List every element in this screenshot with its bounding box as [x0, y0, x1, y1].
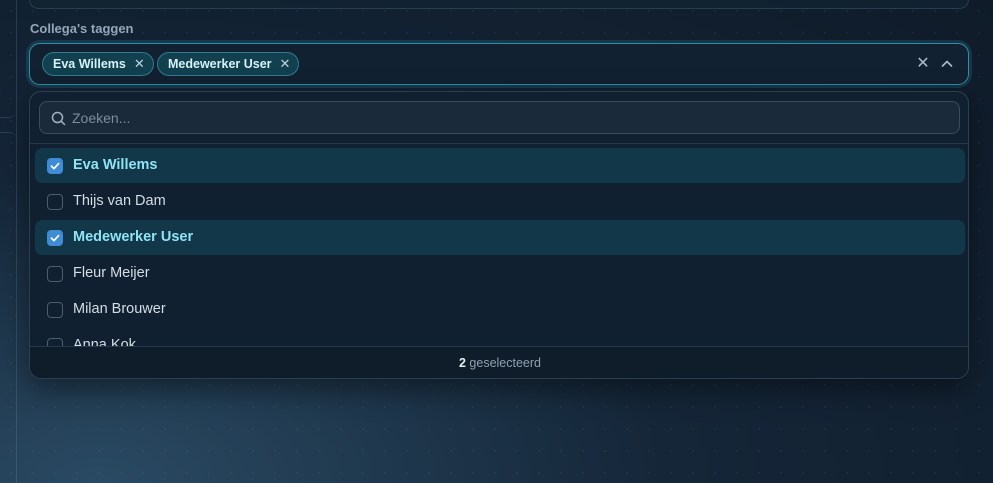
search-box: [39, 101, 960, 134]
left-panel-upper: [0, 0, 17, 118]
chip-label: Medewerker User: [168, 57, 272, 71]
search-icon: [51, 111, 66, 126]
left-panel-lower: [0, 132, 17, 483]
option-label: Medewerker User: [73, 229, 194, 245]
check-icon: [50, 234, 60, 242]
option-anna-kok[interactable]: Anna Kok: [35, 328, 965, 346]
checkbox-unchecked[interactable]: [47, 266, 63, 282]
dropdown-panel: Eva Willems Thijs van Dam Medewerker Use…: [29, 91, 969, 379]
option-milan-brouwer[interactable]: Milan Brouwer: [35, 292, 965, 327]
search-input[interactable]: [72, 102, 952, 133]
option-label: Anna Kok: [73, 337, 136, 346]
checkbox-unchecked[interactable]: [47, 302, 63, 318]
chip-medewerker-user: Medewerker User ✕: [157, 52, 300, 76]
option-label: Fleur Meijer: [73, 265, 150, 281]
selected-count: 2: [458, 356, 466, 370]
check-icon: [50, 162, 60, 170]
field-label: Collega's taggen: [30, 21, 134, 36]
option-label: Eva Willems: [73, 157, 158, 173]
checkbox-unchecked[interactable]: [47, 194, 63, 210]
option-label: Milan Brouwer: [73, 301, 166, 317]
tag-colleagues-select[interactable]: Eva Willems ✕ Medewerker User ✕ ✕: [29, 43, 969, 85]
chevron-up-icon[interactable]: [938, 55, 956, 73]
clear-all-icon[interactable]: ✕: [915, 56, 931, 72]
option-fleur-meijer[interactable]: Fleur Meijer: [35, 256, 965, 291]
option-list[interactable]: Eva Willems Thijs van Dam Medewerker Use…: [30, 144, 968, 346]
option-eva-willems[interactable]: Eva Willems: [35, 148, 965, 183]
chip-eva-willems: Eva Willems ✕: [42, 52, 154, 76]
checkbox-checked[interactable]: [47, 230, 63, 246]
checkbox-unchecked[interactable]: [47, 338, 63, 346]
chip-label: Eva Willems: [53, 57, 126, 71]
option-label: Thijs van Dam: [73, 193, 166, 209]
chip-remove-icon[interactable]: ✕: [134, 56, 145, 72]
selection-count-footer: 2 geselecteerd: [30, 346, 968, 378]
chip-remove-icon[interactable]: ✕: [280, 56, 291, 72]
option-medewerker-user[interactable]: Medewerker User: [35, 220, 965, 255]
selected-count-text: geselecteerd: [469, 356, 541, 370]
left-panel-edge: [0, 0, 17, 483]
checkbox-checked[interactable]: [47, 158, 63, 174]
option-thijs-van-dam[interactable]: Thijs van Dam: [35, 184, 965, 219]
previous-field-bottom-edge: [29, 0, 969, 9]
